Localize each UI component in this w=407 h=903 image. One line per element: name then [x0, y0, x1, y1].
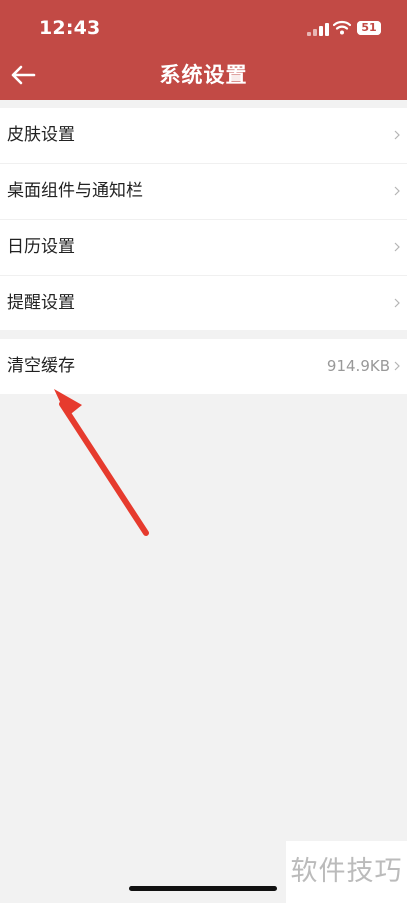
signal-icon [307, 22, 329, 36]
skin-settings-row[interactable]: 皮肤设置 [0, 108, 407, 164]
chevron-right-icon [394, 298, 400, 308]
cache-size: 914.9KB [326, 357, 390, 375]
cache-group: 清空缓存 914.9KB [0, 339, 407, 394]
row-label: 清空缓存 [7, 356, 75, 376]
chevron-right-icon [394, 130, 400, 140]
watermark: 软件技巧 [286, 841, 407, 903]
chevron-right-icon [394, 242, 400, 252]
page-title: 系统设置 [159, 63, 248, 87]
chevron-right-icon [394, 186, 400, 196]
wifi-icon [333, 20, 351, 35]
chevron-right-icon [394, 361, 400, 371]
row-label: 皮肤设置 [7, 125, 75, 145]
widget-notification-row[interactable]: 桌面组件与通知栏 [0, 164, 407, 220]
home-indicator [129, 886, 277, 891]
status-time: 12:43 [39, 17, 101, 39]
row-label: 桌面组件与通知栏 [7, 181, 143, 201]
calendar-settings-row[interactable]: 日历设置 [0, 220, 407, 276]
app-header: 12:43 51 系统设置 [0, 0, 407, 100]
battery-icon: 51 [357, 21, 381, 35]
row-label: 提醒设置 [7, 293, 75, 313]
row-label: 日历设置 [7, 237, 75, 257]
settings-group: 皮肤设置 桌面组件与通知栏 日历设置 提醒设置 [0, 108, 407, 330]
battery-level: 51 [361, 21, 377, 34]
reminder-settings-row[interactable]: 提醒设置 [0, 276, 407, 331]
clear-cache-row[interactable]: 清空缓存 914.9KB [0, 339, 407, 394]
